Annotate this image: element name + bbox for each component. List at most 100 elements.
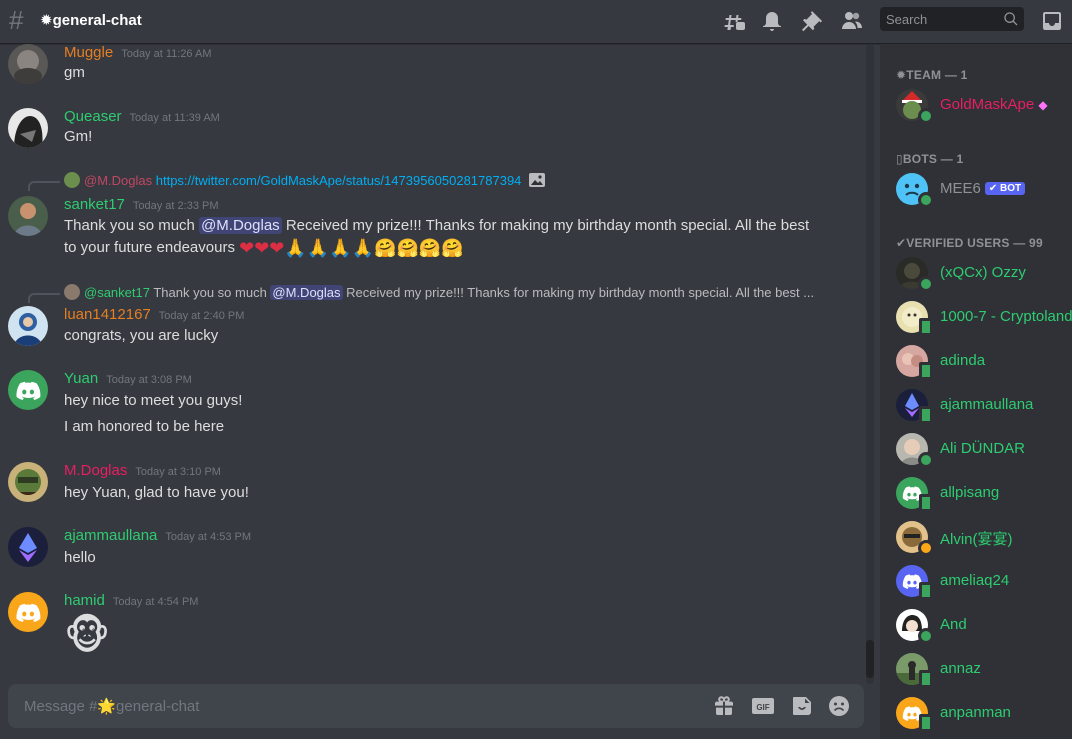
member-item[interactable]: adinda <box>888 340 1072 382</box>
author-name[interactable]: hamid <box>64 592 105 609</box>
author-name[interactable]: luan1412167 <box>64 306 151 323</box>
message: Yuan Today at 3:08 PM hey nice to meet yo… <box>0 370 860 440</box>
message-author[interactable]: Queaser Today at 11:39 AM <box>64 108 220 125</box>
mobile-status-icon <box>919 714 933 732</box>
ethereum-avatar[interactable] <box>8 527 48 567</box>
mobile-status-icon <box>919 582 933 600</box>
member-item[interactable]: annaz <box>888 648 1072 690</box>
message-timestamp: Today at 2:33 PM <box>132 200 219 212</box>
author-name[interactable]: Yuan <box>64 370 98 387</box>
message: M.Doglas Today at 3:10 PM hey Yuan, glad … <box>0 462 860 522</box>
chat-scrollbar-thumb[interactable] <box>866 640 874 678</box>
chat-scrollbar-track[interactable] <box>866 44 874 684</box>
avatar[interactable] <box>8 306 48 346</box>
author-name[interactable]: Queaser <box>64 108 122 125</box>
message: ajammaullana Today at 4:53 PM hello <box>0 527 860 587</box>
member-item[interactable]: ajammaullana <box>888 384 1072 426</box>
sticker-icon[interactable] <box>790 694 814 718</box>
reply-preview[interactable]: @sanket17 Thank you so much @M.Doglas Re… <box>64 284 814 302</box>
author-name[interactable]: Muggle <box>64 44 113 61</box>
avatar <box>896 173 934 208</box>
member-item[interactable]: 1000-7 - Cryptoland <box>888 296 1072 338</box>
svg-text:GIF: GIF <box>756 703 769 712</box>
channel-header: # ✹general-chat Search <box>0 0 1072 44</box>
discord-default-avatar <box>896 565 933 600</box>
member-item[interactable]: (xQCx) Ozzy <box>888 252 1072 294</box>
discord-default-avatar[interactable] <box>8 592 48 632</box>
message-author[interactable]: Muggle Today at 11:26 AM <box>64 44 212 61</box>
heart-emoji: ❤❤❤ <box>239 238 285 258</box>
author-name[interactable]: ajammaullana <box>64 527 157 544</box>
gift-icon[interactable] <box>712 694 736 718</box>
discord-default-avatar[interactable] <box>8 370 48 410</box>
message-text: congrats, you are lucky <box>64 327 219 344</box>
text-channel-icon: # <box>9 5 24 35</box>
message-author[interactable]: Yuan Today at 3:08 PM <box>64 370 192 387</box>
message-author[interactable]: hamid Today at 4:54 PM <box>64 592 198 609</box>
text-part: to your future endeavours <box>64 239 235 256</box>
user-mention[interactable]: @M.Doglas <box>270 285 343 300</box>
avatar[interactable] <box>8 462 48 502</box>
message-author[interactable]: luan1412167 Today at 2:40 PM <box>64 306 244 323</box>
member-name: annaz <box>940 660 981 677</box>
message-author[interactable]: sanket17 Today at 2:33 PM <box>64 196 219 213</box>
text-part: Thank you so much <box>64 217 200 234</box>
member-item[interactable]: anpanman <box>888 692 1072 734</box>
member-list-icon[interactable] <box>840 9 864 33</box>
mobile-status-icon <box>919 362 933 380</box>
message-text: hey nice to meet you guys! <box>64 392 243 409</box>
message-timestamp: Today at 4:53 PM <box>165 531 251 543</box>
avatar[interactable] <box>8 108 48 148</box>
reply-link[interactable]: https://twitter.com/GoldMaskApe/status/1… <box>156 173 522 188</box>
hug-emoji: 🤗🤗🤗🤗 <box>374 238 464 258</box>
message: Muggle Today at 11:26 AM gm <box>0 44 860 104</box>
member-name: 1000-7 - Cryptoland <box>940 308 1072 325</box>
discord-default-avatar <box>896 477 933 512</box>
avatar[interactable] <box>8 196 48 236</box>
inbox-icon[interactable] <box>1040 9 1064 33</box>
member-name: allpisang <box>940 484 1000 501</box>
member-item[interactable]: MEE6 ✔ BOT <box>888 168 1072 210</box>
pinned-messages-icon[interactable] <box>800 9 824 33</box>
member-item[interactable]: Alvin(宴宴) <box>888 516 1072 558</box>
channel-title: ✹general-chat <box>40 12 142 29</box>
message-text: Gm! <box>64 128 93 145</box>
message-input-placeholder: Message #🌟general-chat <box>24 698 200 715</box>
member-name: GoldMaskApe ◆ <box>940 96 1048 113</box>
gif-icon[interactable]: GIF <box>751 694 775 718</box>
message-author[interactable]: ajammaullana Today at 4:53 PM <box>64 527 251 544</box>
message: @sanket17 Thank you so much @M.Doglas Re… <box>0 284 860 350</box>
author-name[interactable]: M.Doglas <box>64 462 127 479</box>
member-item[interactable]: And <box>888 604 1072 646</box>
emoji-picker-icon[interactable] <box>827 694 851 718</box>
reply-preview[interactable]: @M.Doglas https://twitter.com/GoldMaskAp… <box>64 172 546 190</box>
reply-author[interactable]: @M.Doglas <box>84 173 152 188</box>
search-placeholder: Search <box>886 12 928 27</box>
role-header-bots: ▯BOTS — 1 <box>896 152 964 166</box>
text-part: Received my prize!!! Thanks for making m… <box>281 217 810 234</box>
member-item[interactable]: GoldMaskApe ◆ <box>888 84 1072 126</box>
message-timestamp: Today at 4:54 PM <box>112 596 199 608</box>
avatar <box>896 89 934 124</box>
threads-icon[interactable] <box>722 9 746 33</box>
server-booster-icon: ◆ <box>1038 98 1048 112</box>
author-name[interactable]: sanket17 <box>64 196 125 213</box>
member-item[interactable]: ameliaq24 <box>888 560 1072 602</box>
reply-avatar <box>64 284 80 300</box>
message-author[interactable]: M.Doglas Today at 3:10 PM <box>64 462 221 479</box>
user-mention[interactable]: @M.Doglas <box>199 217 282 234</box>
reply-text: Received my prize!!! Thanks for making m… <box>342 285 815 300</box>
message-text-line2: to your future endeavours ❤❤❤🙏🙏🙏🙏🤗🤗🤗🤗 <box>64 237 464 259</box>
reply-author[interactable]: @sanket17 <box>84 285 150 300</box>
member-item[interactable]: allpisang <box>888 472 1072 514</box>
monkey-face-emoji: 🐵 <box>64 614 111 658</box>
member-item[interactable]: Ali DÜNDAR <box>888 428 1072 470</box>
notification-bell-icon[interactable] <box>760 9 784 33</box>
search-input[interactable]: Search <box>880 7 1024 31</box>
avatar <box>896 301 933 336</box>
message-composer[interactable]: Message #🌟general-chat GIF <box>8 684 864 728</box>
mobile-status-icon <box>919 406 933 424</box>
avatar[interactable] <box>8 44 48 84</box>
reply-text: Thank you so much <box>153 285 271 300</box>
online-status-icon <box>918 452 934 468</box>
